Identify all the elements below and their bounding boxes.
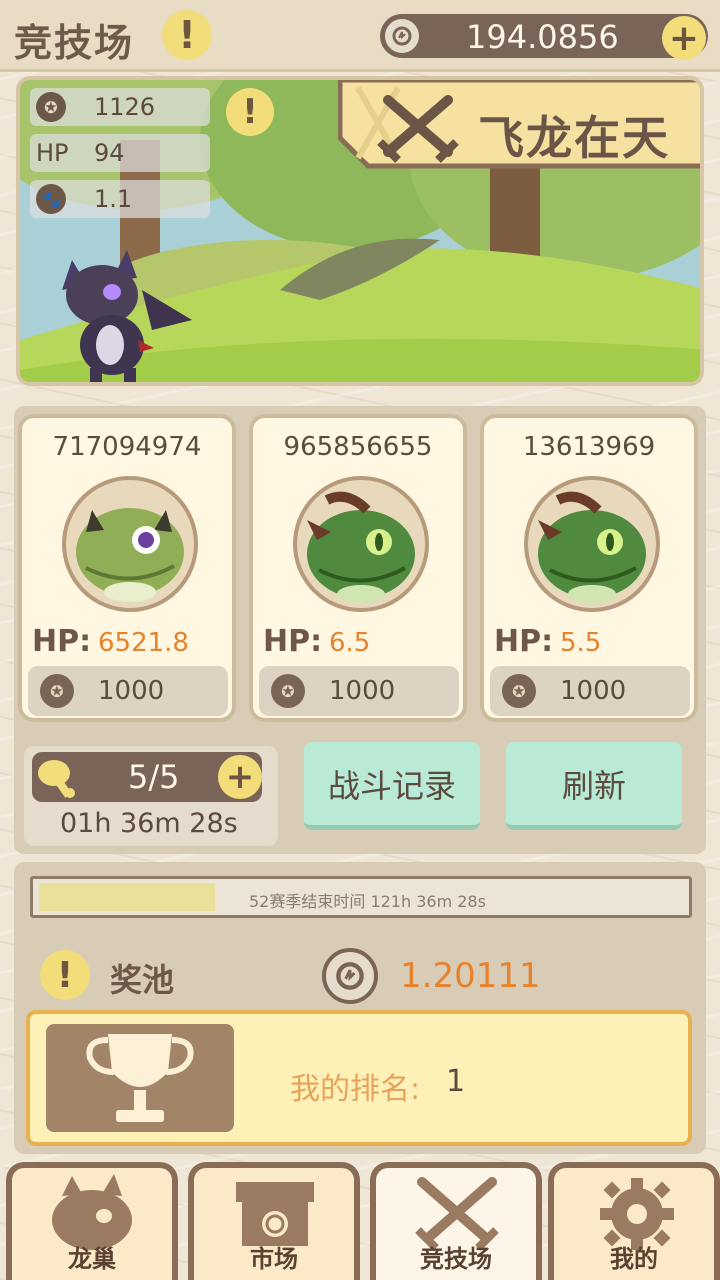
opponent-rank-value: 1000 <box>560 676 627 706</box>
add-balance-button[interactable]: + <box>662 16 706 60</box>
season-end-text: 52赛季结束时间 121h 36m 28s <box>249 892 486 911</box>
coin-icon <box>382 16 422 56</box>
trophy-icon <box>86 1034 194 1122</box>
battle-log-button[interactable]: 战斗记录 <box>304 742 480 830</box>
tab-market[interactable]: 市场 <box>188 1162 360 1280</box>
opponent-id: 717094974 <box>52 432 202 462</box>
my-ranking-value: 1 <box>446 1064 466 1099</box>
rank-score-value: 1126 <box>94 93 156 121</box>
rank-score-row: ✪ 1126 <box>30 88 210 126</box>
tab-label: 竞技场 <box>420 1245 492 1273</box>
opponent-avatar <box>293 476 429 612</box>
paw-value: 1.1 <box>94 185 133 213</box>
coin-icon <box>322 948 378 1004</box>
meat-icon <box>38 760 75 798</box>
hp-value: 94 <box>94 139 125 167</box>
opponent-rank-value: 1000 <box>98 676 165 706</box>
tab-dragon-nest[interactable]: 龙巢 <box>6 1162 178 1280</box>
opponent-id: 965856655 <box>283 432 433 462</box>
hp-row: HP 94 <box>30 134 210 172</box>
opponent-card[interactable]: 13613969 HP: 5.5 ✪ 1000 <box>480 414 698 722</box>
info-icon[interactable]: ! <box>162 10 212 60</box>
balance-display: 194.0856 + <box>380 14 708 60</box>
season-progress-fill <box>39 883 215 911</box>
prize-pool-label: 奖池 <box>110 961 175 999</box>
energy-pill: 5/5 + <box>32 752 262 802</box>
energy-count: 5/5 <box>128 758 180 796</box>
opponent-avatar <box>62 476 198 612</box>
add-energy-button[interactable]: + <box>218 755 262 799</box>
balance-value: 194.0856 <box>466 18 619 56</box>
opponent-card[interactable]: 717094974 HP: 6521.8 ✪ 1000 <box>18 414 236 722</box>
banner-title: 飞龙在天 <box>478 111 670 165</box>
refresh-button[interactable]: 刷新 <box>506 742 682 830</box>
paw-icon: 🐾 <box>36 184 66 214</box>
opponent-id: 13613969 <box>522 432 656 462</box>
info-icon[interactable]: ! <box>40 950 90 1000</box>
paw-row: 🐾 1.1 <box>30 180 210 218</box>
hp-label: HP <box>36 139 69 167</box>
tab-label: 市场 <box>250 1245 298 1273</box>
opponent-card[interactable]: 965856655 HP: 6.5 ✪ 1000 <box>249 414 467 722</box>
opponent-rank: ✪ 1000 <box>490 666 690 716</box>
opponent-hp-label: HP: <box>494 624 554 659</box>
tab-mine[interactable]: 我的 <box>548 1162 720 1280</box>
opponent-hp-value: 6521.8 <box>98 628 189 658</box>
opponent-rank: ✪ 1000 <box>259 666 459 716</box>
energy-box: 5/5 + 01h 36m 28s <box>24 746 278 846</box>
medal-icon: ✪ <box>40 674 74 708</box>
top-bar: 竞技场 ! 194.0856 + <box>0 0 720 72</box>
my-ranking-label: 我的排名: <box>290 1072 421 1107</box>
page-title: 竞技场 <box>14 21 135 65</box>
medal-icon: ✪ <box>271 674 305 708</box>
energy-timer: 01h 36m 28s <box>60 808 238 839</box>
opponent-rank: ✪ 1000 <box>28 666 228 716</box>
opponent-hp-label: HP: <box>32 624 92 659</box>
title-banner: 飞龙在天 <box>338 80 700 186</box>
info-icon[interactable]: ! <box>226 88 274 136</box>
trophy-box <box>46 1024 234 1132</box>
season-progress-bar: 52赛季结束时间 121h 36m 28s <box>30 876 692 918</box>
player-dragon-image <box>62 250 192 382</box>
tab-label: 我的 <box>610 1245 658 1273</box>
opponent-hp-value: 6.5 <box>329 628 371 658</box>
opponent-hp-value: 5.5 <box>560 628 602 658</box>
medal-icon: ✪ <box>502 674 536 708</box>
player-scene: ✪ 1126 HP 94 🐾 1.1 ! 飞龙在天 <box>16 76 704 386</box>
opponent-avatar <box>524 476 660 612</box>
tab-label: 龙巢 <box>68 1245 116 1273</box>
opponent-hp-label: HP: <box>263 624 323 659</box>
my-ranking-card: 我的排名: 1 <box>26 1010 692 1146</box>
opponent-rank-value: 1000 <box>329 676 396 706</box>
prize-pool-value: 1.20111 <box>400 956 541 996</box>
tab-arena[interactable]: 竞技场 <box>370 1162 542 1280</box>
medal-icon: ✪ <box>36 92 66 122</box>
